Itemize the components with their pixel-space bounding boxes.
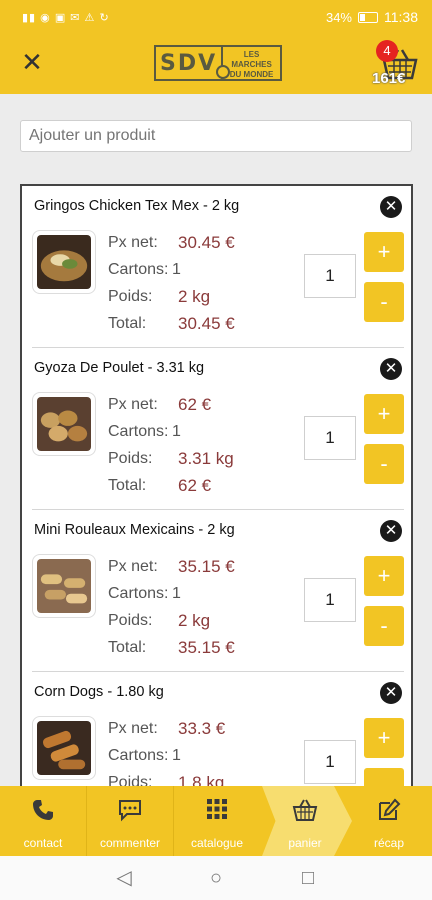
nav-contact[interactable]: contact — [0, 786, 86, 856]
cartons-value: 1 — [172, 423, 181, 440]
weight-label: Poids: — [108, 288, 153, 305]
phone-icon — [33, 800, 53, 820]
product-photo-icon — [37, 721, 91, 775]
increase-button[interactable]: + — [364, 394, 404, 434]
cart-item: Mini Rouleaux Mexicains - 2 kg ✕ Px net:… — [32, 510, 404, 672]
nav-panier[interactable]: panier — [262, 786, 348, 856]
battery-icon — [358, 11, 378, 23]
cart-item: Gringos Chicken Tex Mex - 2 kg ✕ Px net:… — [32, 186, 404, 348]
product-image — [32, 554, 96, 618]
grid-icon — [207, 799, 227, 819]
decrease-button[interactable]: - — [364, 282, 404, 322]
back-icon[interactable]: ◁ — [112, 866, 136, 890]
decrease-button[interactable]: - — [364, 606, 404, 646]
item-name: Mini Rouleaux Mexicains - 2 kg — [34, 522, 235, 538]
quantity-input[interactable] — [304, 416, 356, 460]
weight-value: 1.8 kg — [178, 773, 225, 786]
cart-button[interactable]: 4 161€ — [370, 40, 420, 90]
product-image — [32, 716, 96, 780]
nav-label: commenter — [99, 836, 161, 850]
nav-label: contact — [23, 836, 63, 850]
bottom-navigation: contact commenter catalogue panier récap — [0, 786, 432, 856]
cartons-label: Cartons: — [108, 747, 169, 764]
quantity-input[interactable] — [304, 254, 356, 298]
clock: 11:38 — [384, 9, 418, 25]
increase-button[interactable]: + — [364, 556, 404, 596]
basket-icon — [292, 799, 318, 821]
edit-icon — [379, 798, 401, 820]
weight-label: Poids: — [108, 450, 153, 467]
increase-button[interactable]: + — [364, 232, 404, 272]
app-header: ✕ SDV LES MARCHES DU MONDE 4 161€ — [0, 34, 432, 94]
nav-label: panier — [288, 836, 322, 850]
status-bar: ▮▮ ◉ ▣ ✉ ⚠ ↻ 34% 11:38 — [0, 0, 432, 34]
decrease-button[interactable]: - — [364, 768, 404, 786]
remove-item-icon[interactable]: ✕ — [380, 196, 402, 218]
logo-main: SDV — [154, 45, 231, 81]
remove-item-icon[interactable]: ✕ — [380, 520, 402, 542]
nav-catalogue[interactable]: catalogue — [174, 786, 260, 856]
weight-value: 3.31 kg — [178, 449, 234, 468]
cartons-label: Cartons: — [108, 585, 169, 602]
cartons-value: 1 — [172, 585, 181, 602]
price-value: 33.3 € — [178, 719, 226, 738]
logo-sub: LES MARCHES DU MONDE — [223, 45, 282, 81]
close-icon[interactable]: ✕ — [18, 48, 46, 76]
increase-button[interactable]: + — [364, 718, 404, 758]
status-icons: ▮▮ ◉ ▣ ✉ ⚠ ↻ — [22, 11, 110, 24]
product-photo-icon — [37, 235, 91, 289]
cart-total: 161€ — [372, 70, 406, 87]
item-name: Gringos Chicken Tex Mex - 2 kg — [34, 198, 240, 214]
add-product-input[interactable] — [20, 120, 412, 152]
remove-item-icon[interactable]: ✕ — [380, 682, 402, 704]
cart-item: Corn Dogs - 1.80 kg ✕ Px net: 33.3 € Car… — [32, 672, 404, 786]
price-value: 62 € — [178, 395, 212, 414]
product-image — [32, 230, 96, 294]
total-label: Total: — [108, 315, 147, 332]
cart-count-badge: 4 — [376, 40, 398, 62]
cartons-label: Cartons: — [108, 423, 169, 440]
total-label: Total: — [108, 477, 147, 494]
logo: SDV LES MARCHES DU MONDE — [154, 44, 282, 82]
total-value: 62 € — [178, 476, 212, 495]
weight-value: 2 kg — [178, 611, 211, 630]
total-value: 30.45 € — [178, 314, 235, 333]
product-photo-icon — [37, 559, 91, 613]
remove-item-icon[interactable]: ✕ — [380, 358, 402, 380]
item-name: Gyoza De Poulet - 3.31 kg — [34, 360, 205, 376]
quantity-input[interactable] — [304, 740, 356, 784]
weight-value: 2 kg — [178, 287, 211, 306]
price-label: Px net: — [108, 234, 158, 251]
quantity-input[interactable] — [304, 578, 356, 622]
price-label: Px net: — [108, 558, 158, 575]
nav-label: catalogue — [190, 836, 244, 850]
total-value: 35.15 € — [178, 638, 235, 657]
weight-label: Poids: — [108, 612, 153, 629]
nav-label: récap — [373, 836, 405, 850]
cartons-value: 1 — [172, 747, 181, 764]
nav-recap[interactable]: récap — [346, 786, 432, 856]
nav-commenter[interactable]: commenter — [87, 786, 173, 856]
total-label: Total: — [108, 639, 147, 656]
price-label: Px net: — [108, 720, 158, 737]
price-value: 35.15 € — [178, 557, 235, 576]
cart-item-list[interactable]: Gringos Chicken Tex Mex - 2 kg ✕ Px net:… — [20, 184, 413, 786]
cartons-label: Cartons: — [108, 261, 169, 278]
item-name: Corn Dogs - 1.80 kg — [34, 684, 164, 700]
system-navigation-bar: ◁ ○ □ — [0, 856, 432, 900]
comment-icon — [119, 800, 141, 822]
weight-label: Poids: — [108, 774, 153, 786]
recents-icon[interactable]: □ — [296, 866, 320, 890]
decrease-button[interactable]: - — [364, 444, 404, 484]
price-label: Px net: — [108, 396, 158, 413]
price-value: 30.45 € — [178, 233, 235, 252]
cartons-value: 1 — [172, 261, 181, 278]
cart-item: Gyoza De Poulet - 3.31 kg ✕ Px net: 62 €… — [32, 348, 404, 510]
product-photo-icon — [37, 397, 91, 451]
product-image — [32, 392, 96, 456]
home-icon[interactable]: ○ — [204, 866, 228, 890]
battery-percent: 34% — [325, 9, 352, 25]
